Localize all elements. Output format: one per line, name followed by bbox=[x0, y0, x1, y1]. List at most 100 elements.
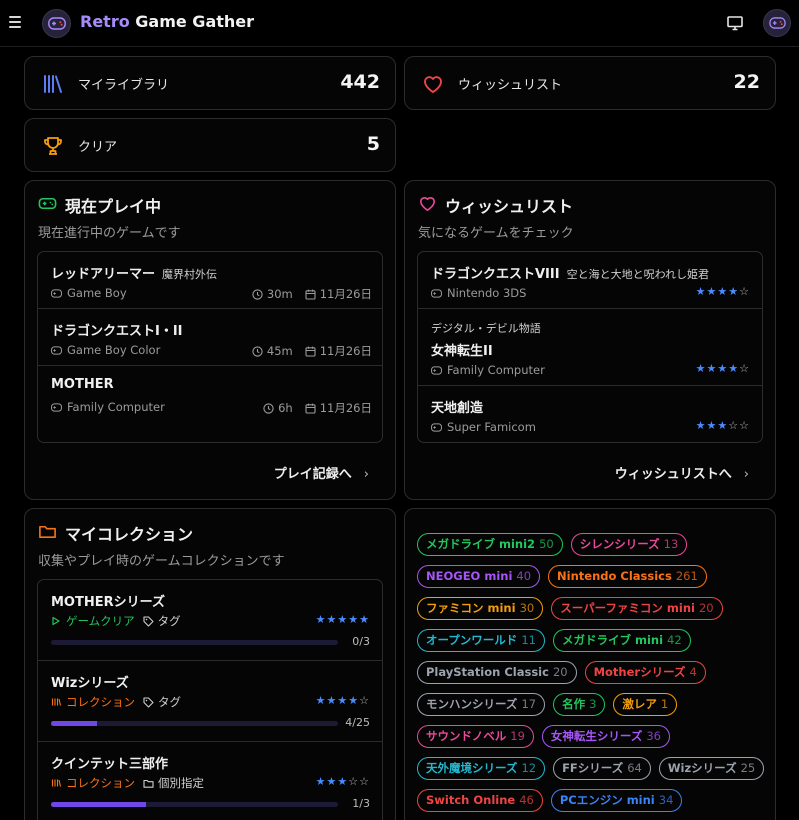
game-title: 天地創造 bbox=[431, 397, 483, 416]
collection-meta: コレクション タグ bbox=[51, 694, 181, 710]
tag-chip[interactable]: Switch Online 46 bbox=[417, 789, 543, 812]
game-activity: 45m 11月26日 bbox=[252, 343, 372, 359]
tag-chip[interactable]: Wizシリーズ 25 bbox=[658, 757, 765, 780]
tag-count: 11 bbox=[521, 633, 536, 647]
game-title: MOTHER bbox=[51, 377, 114, 392]
tag-count: 64 bbox=[627, 761, 642, 775]
play-time: 30m bbox=[266, 287, 293, 301]
game-platform: Super Famicom bbox=[431, 420, 536, 434]
tag-chip[interactable]: Motherシリーズ 4 bbox=[584, 661, 706, 684]
wishlist-row[interactable]: ドラゴンクエストVIII 空と海と大地と呪われし姫君 Nintendo 3DS ★… bbox=[418, 252, 762, 309]
collection-meta: ゲームクリア タグ bbox=[51, 613, 181, 629]
tag-chip[interactable]: オープンワールド 11 bbox=[417, 629, 545, 652]
app-logo[interactable] bbox=[42, 9, 71, 38]
playing-panel: 現在プレイ中 現在進行中のゲームです レッドアリーマー 魔界村外伝 Game Bo… bbox=[24, 180, 396, 500]
star-filled-icon: ★ bbox=[337, 613, 349, 626]
tag-chip[interactable]: 女神転生シリーズ 36 bbox=[541, 725, 670, 748]
tag-count: 1 bbox=[660, 697, 669, 711]
tag-chip[interactable]: 名作 3 bbox=[553, 693, 606, 716]
collection-tag-label: 個別指定 bbox=[158, 776, 204, 790]
platform-name: Family Computer bbox=[67, 400, 165, 414]
tag-chip[interactable]: シレンシリーズ 13 bbox=[570, 533, 688, 556]
game-row[interactable]: ドラゴンクエストI・II Game Boy Color 45m 11月26日 bbox=[38, 309, 382, 366]
platform-name: Game Boy bbox=[67, 286, 127, 300]
platform-name: Family Computer bbox=[447, 363, 545, 377]
tag-count: 25 bbox=[740, 761, 756, 775]
wishlist-link[interactable]: ウィッシュリストへ › bbox=[615, 463, 749, 482]
calendar-icon bbox=[305, 346, 316, 357]
gamepad-icon bbox=[431, 365, 442, 375]
star-filled-icon: ★ bbox=[695, 285, 707, 298]
rating-stars: ★★★★★ bbox=[316, 613, 370, 626]
game-activity: 30m 11月26日 bbox=[252, 286, 372, 302]
stat-value: 5 bbox=[366, 133, 380, 155]
collection-row[interactable]: Wizシリーズ コレクション タグ ★★★★☆ 4/25 bbox=[38, 661, 382, 742]
game-title: ドラゴンクエストVIII 空と海と大地と呪われし姫君 bbox=[431, 263, 709, 282]
game-name: 女神転生II bbox=[431, 344, 493, 359]
game-name: 天地創造 bbox=[431, 401, 484, 416]
chevron-right-icon: › bbox=[743, 467, 749, 482]
tag-chip[interactable]: サウンドノベル 19 bbox=[417, 725, 534, 748]
game-row[interactable]: レッドアリーマー 魔界村外伝 Game Boy 30m 11月26日 bbox=[38, 252, 382, 309]
gamepad-icon bbox=[38, 197, 57, 210]
tag-chip[interactable]: PCエンジン mini 34 bbox=[550, 789, 683, 812]
collection-row[interactable]: クインテット三部作 コレクション 個別指定 ★★★☆☆ 1/3 bbox=[38, 742, 382, 820]
star-empty-icon: ☆ bbox=[739, 285, 750, 298]
tag-chip[interactable]: Nintendo Classics 261 bbox=[548, 565, 707, 588]
tag-icon bbox=[143, 615, 154, 627]
tag-count: 19 bbox=[510, 729, 525, 743]
stat-value: 442 bbox=[340, 71, 380, 93]
stat-card-clear[interactable]: クリア 5 bbox=[24, 118, 396, 172]
play-log-link[interactable]: プレイ記録へ › bbox=[274, 463, 369, 482]
tag-name: シレンシリーズ bbox=[579, 537, 660, 551]
tag-chip[interactable]: NEOGEO mini 40 bbox=[417, 565, 541, 588]
stat-card-library[interactable]: マイライブラリ 442 bbox=[24, 56, 396, 110]
star-filled-icon: ★ bbox=[348, 613, 360, 626]
game-pretitle: デジタル・デビル物語 bbox=[431, 322, 541, 335]
tag-chip[interactable]: FFシリーズ 64 bbox=[553, 757, 651, 780]
play-date: 11月26日 bbox=[319, 401, 372, 415]
game-platform: Family Computer bbox=[51, 400, 165, 414]
tag-chip[interactable]: メガドライブ mini2 50 bbox=[417, 533, 563, 556]
user-avatar[interactable] bbox=[763, 9, 791, 37]
tag-count: 50 bbox=[539, 537, 554, 551]
tag-name: Switch Online bbox=[426, 793, 516, 807]
star-filled-icon: ★ bbox=[717, 285, 729, 298]
star-empty-icon: ☆ bbox=[359, 694, 370, 707]
tag-count: 30 bbox=[519, 601, 535, 615]
progress-bar bbox=[51, 640, 338, 645]
collection-kind: コレクション bbox=[66, 695, 135, 709]
app-header: Retro Game Gather bbox=[0, 0, 799, 47]
play-date: 11月26日 bbox=[319, 344, 372, 358]
hamburger-icon[interactable] bbox=[9, 16, 21, 28]
game-row[interactable]: MOTHER Family Computer 6h 11月26日 bbox=[38, 366, 382, 442]
stat-card-wishlist[interactable]: ウィッシュリスト 22 bbox=[404, 56, 776, 110]
app-title-part2: Game Gather bbox=[135, 12, 255, 31]
tag-chip[interactable]: モンハンシリーズ 17 bbox=[417, 693, 546, 716]
tag-chip[interactable]: スーパーファミコン mini 20 bbox=[551, 597, 723, 620]
game-name: MOTHER bbox=[51, 377, 114, 392]
tag-chip[interactable]: ファミコン mini 30 bbox=[417, 597, 544, 620]
star-filled-icon: ★ bbox=[359, 613, 370, 626]
monitor-icon[interactable] bbox=[726, 14, 744, 32]
star-filled-icon: ★ bbox=[706, 285, 718, 298]
tag-count: 13 bbox=[663, 537, 679, 551]
collection-row[interactable]: MOTHERシリーズ ゲームクリア タグ ★★★★★ 0/3 bbox=[38, 580, 382, 661]
tag-icon bbox=[143, 696, 154, 708]
collection-name: Wizシリーズ bbox=[51, 676, 129, 691]
game-platform: Family Computer bbox=[431, 363, 545, 377]
star-filled-icon: ★ bbox=[315, 775, 327, 788]
tag-name: オープンワールド bbox=[426, 633, 518, 647]
tag-chip[interactable]: PlayStation Classic 20 bbox=[417, 661, 577, 684]
wishlist-row[interactable]: デジタル・デビル物語 女神転生II Family Computer ★★★★☆ bbox=[418, 309, 762, 386]
calendar-icon bbox=[305, 403, 316, 414]
tag-chip[interactable]: 天外魔境シリーズ 12 bbox=[417, 757, 546, 780]
wishlist-row[interactable]: 天地創造 Super Famicom ★★★☆☆ bbox=[418, 386, 762, 442]
star-filled-icon: ★ bbox=[717, 419, 729, 432]
tag-chip[interactable]: メガドライブ mini 42 bbox=[552, 629, 691, 652]
wishlist-panel: ウィッシュリスト 気になるゲームをチェック ドラゴンクエストVIII 空と海と大地… bbox=[404, 180, 776, 500]
play-date: 11月26日 bbox=[319, 287, 372, 301]
gamepad-icon bbox=[51, 402, 62, 412]
tag-count: 20 bbox=[552, 665, 568, 679]
tag-chip[interactable]: 激レア 1 bbox=[613, 693, 678, 716]
